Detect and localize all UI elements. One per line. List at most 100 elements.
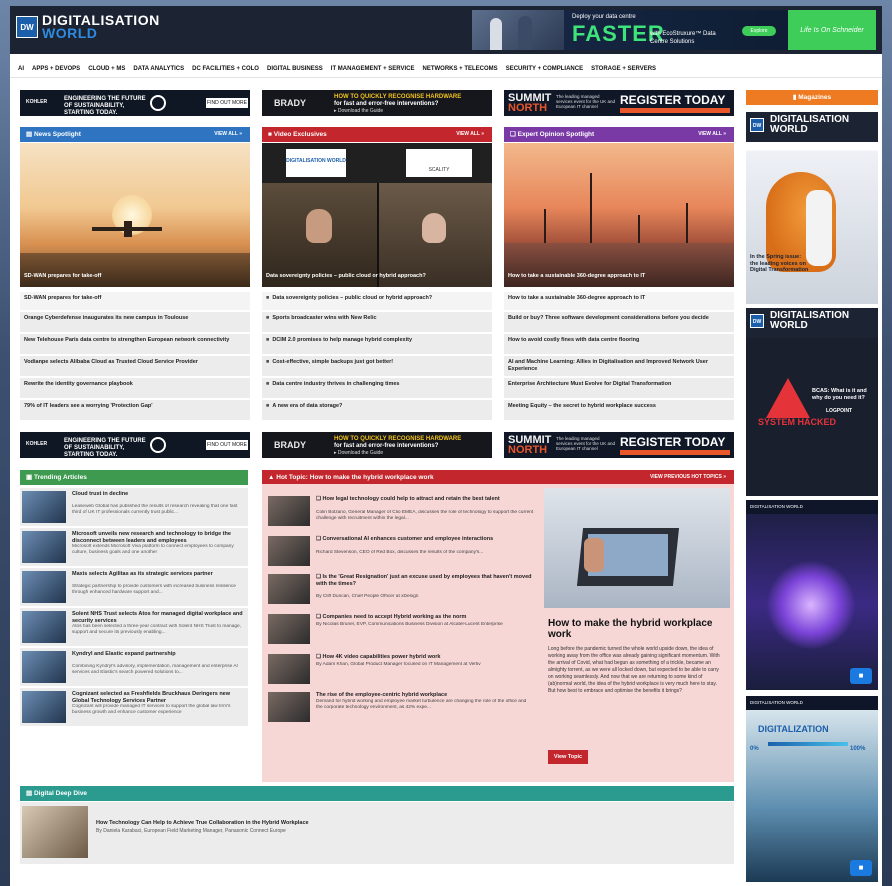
nav-item-security[interactable]: SECURITY + COMPLIANCE xyxy=(506,66,583,72)
trending-item[interactable]: Maxis selects Agilitas as its strategic … xyxy=(20,568,248,606)
ad-explore-button[interactable]: Explore xyxy=(742,26,776,36)
flame-icon: ▲ xyxy=(268,474,277,481)
summit-info: The leading managed services event for t… xyxy=(556,436,616,451)
news-view-all[interactable]: VIEW ALL » xyxy=(214,127,242,142)
header-banner-ad[interactable]: Deploy your data centre FASTER with EcoS… xyxy=(472,10,876,50)
video-item[interactable]: ■ Data centre industry thrives in challen… xyxy=(262,378,492,400)
trending-item[interactable]: Microsoft unveils new research and techn… xyxy=(20,528,248,566)
summit-register[interactable]: REGISTER TODAY xyxy=(620,93,725,107)
trending-item[interactable]: Kyndryl and Elastic expand partnership Co… xyxy=(20,648,248,686)
kohler-ad[interactable]: KOHLER ENGINEERING THE FUTURE OF SUSTAIN… xyxy=(20,90,250,116)
news-hero-image[interactable]: SD-WAN prepares for take-off xyxy=(20,143,250,287)
video-hero-image[interactable]: DIGITALISATION WORLD SCALITY Data sovere… xyxy=(262,143,492,287)
expert-item[interactable]: How to avoid costly fines with data cent… xyxy=(504,334,734,356)
expert-item[interactable]: How to take a sustainable 360-degree app… xyxy=(504,292,734,312)
mag4-brand: DIGITALISATION WORLD xyxy=(746,696,878,710)
nav-item-storage[interactable]: STORAGE + SERVERS xyxy=(591,66,656,72)
expert-item[interactable]: AI and Machine Learning: Allies in Digit… xyxy=(504,356,734,378)
mag4-left-pct: 0% xyxy=(750,746,759,752)
summit-register[interactable]: REGISTER TODAY xyxy=(620,435,725,449)
hot-item[interactable]: The rise of the employee-centric hybrid … xyxy=(266,690,536,722)
expert-item[interactable]: Enterprise Architecture Must Evolve for … xyxy=(504,378,734,400)
nav-item-digital-business[interactable]: DIGITAL BUSINESS xyxy=(267,66,323,72)
view-topic-button[interactable]: View Topic xyxy=(548,750,588,764)
nav-item-cloud-ms[interactable]: CLOUD + MS xyxy=(88,66,125,72)
nav-item-dc-facilities[interactable]: DC FACILITIES + COLO xyxy=(192,66,259,72)
hot-view-previous[interactable]: VIEW PREVIOUS HOT TOPICS » xyxy=(650,470,726,485)
mag4-title: DIGITALIZATION xyxy=(758,724,829,734)
site-logo[interactable]: DW DIGITALISATION WORLD xyxy=(16,13,160,40)
kohler-cta[interactable]: FIND OUT MORE xyxy=(206,440,248,450)
deep-dive-title[interactable]: How Technology Can Help to Achieve True … xyxy=(96,820,309,826)
video-item[interactable]: ■ DCIM 2.0 promises to help manage hybrid… xyxy=(262,334,492,356)
expert-hero-image[interactable]: How to take a sustainable 360-degree app… xyxy=(504,143,734,287)
magazines-title: Magazines xyxy=(798,94,832,101)
kohler-text: ENGINEERING THE FUTURE OF SUSTAINABILITY… xyxy=(64,96,146,116)
video-camera-icon[interactable]: ■ xyxy=(850,860,872,876)
expert-list: How to take a sustainable 360-degree app… xyxy=(504,292,734,422)
magazine-cover-3[interactable]: DIGITALISATION WORLD ■ xyxy=(746,500,878,690)
hot-item[interactable]: ❏ Is the 'Great Resignation' just an exc… xyxy=(266,572,536,604)
expert-hero-caption: How to take a sustainable 360-degree app… xyxy=(508,273,646,279)
magazine-cover-2[interactable]: DW DIGITALISATION WORLD SYSTEM HACKED BCA… xyxy=(746,308,878,496)
news-item[interactable]: New Telehouse Paris data centre to stren… xyxy=(20,334,250,356)
hot-feature-title[interactable]: How to make the hybrid workplace work xyxy=(548,618,724,640)
news-item[interactable]: 79% of IT leaders see a worrying 'Protec… xyxy=(20,400,250,422)
ad-line1: Deploy your data centre xyxy=(572,14,636,20)
hot-item[interactable]: ❏ How legal technology could help to att… xyxy=(266,494,536,526)
video-hero-caption: Data sovereignty policies – public cloud… xyxy=(266,273,426,279)
kohler-ad-2[interactable]: KOHLER ENGINEERING THE FUTURE OF SUSTAIN… xyxy=(20,432,250,458)
ad-brand-logo: Life Is On Schneider xyxy=(788,10,876,50)
mag2-brand: LOGPOINT xyxy=(826,408,853,414)
nav-item-data-analytics[interactable]: DATA ANALYTICS xyxy=(133,66,184,72)
magazine-cover-4[interactable]: DIGITALISATION WORLD DIGITALIZATION 0% 1… xyxy=(746,696,878,882)
mag3-brand: DIGITALISATION WORLD xyxy=(746,500,878,514)
trending-list: Cloud trust in decline Leaseweb Global ha… xyxy=(20,488,248,728)
expert-item[interactable]: Meeting Equity – the secret to hybrid wo… xyxy=(504,400,734,422)
expert-item[interactable]: Build or buy? Three software development… xyxy=(504,312,734,334)
news-spotlight-header: ▤ News Spotlight VIEW ALL » xyxy=(20,127,250,142)
news-item[interactable]: SD-WAN prepares for take-off xyxy=(20,292,250,312)
nav-item-networks[interactable]: NETWORKS + TELECOMS xyxy=(423,66,498,72)
video-camera-icon: ■ xyxy=(266,337,270,343)
trending-thumbnail xyxy=(22,691,66,723)
video-item[interactable]: ■ A new era of data storage? xyxy=(262,400,492,422)
video-logo-right: SCALITY xyxy=(406,149,472,177)
summit-ad-2[interactable]: SUMMIT NORTH The leading managed services… xyxy=(504,432,734,458)
trending-item[interactable]: Cognizant selected as Freshfields Bruckh… xyxy=(20,688,248,726)
hot-item[interactable]: ❏ How 4K video capabilities power hybrid… xyxy=(266,652,536,684)
trending-thumbnail xyxy=(22,611,66,643)
brady-download[interactable]: ▸ Download the Guide xyxy=(334,450,383,456)
news-item[interactable]: Rewrite the identity governance playbook xyxy=(20,378,250,400)
expert-view-all[interactable]: VIEW ALL » xyxy=(698,127,726,142)
deep-dive-item[interactable]: How Technology Can Help to Achieve True … xyxy=(20,802,734,864)
warning-icon xyxy=(766,378,810,418)
kohler-cta[interactable]: FIND OUT MORE xyxy=(206,98,248,108)
nav-item-apps-devops[interactable]: APPS + DEVOPS xyxy=(32,66,80,72)
news-item[interactable]: Orange Cyberdefense inaugurates its new … xyxy=(20,312,250,334)
video-item[interactable]: ■ Cost-effective, simple backups just got… xyxy=(262,356,492,378)
video-camera-icon[interactable]: ■ xyxy=(850,668,872,684)
news-icon: ▤ xyxy=(26,131,34,138)
video-view-all[interactable]: VIEW ALL » xyxy=(456,127,484,142)
magazine-cover-1[interactable]: DW DIGITALISATION WORLD In the Spring iss… xyxy=(746,112,878,304)
hot-feature-image[interactable] xyxy=(544,488,730,608)
trending-icon: ▣ xyxy=(26,474,34,481)
brady-download[interactable]: ▸ Download the Guide xyxy=(334,108,383,114)
deep-dive-thumbnail xyxy=(22,806,88,858)
brady-ad-2[interactable]: BRADY HOW TO QUICKLY RECOGNISE HARDWARE f… xyxy=(262,432,492,458)
nav-item-ai[interactable]: AI xyxy=(18,66,24,72)
video-list: ■ Data sovereignty policies – public clou… xyxy=(262,292,492,422)
summit-ad[interactable]: SUMMIT NORTH The leading managed services… xyxy=(504,90,734,116)
hot-item[interactable]: ❏ Companies need to accept Hybrid workin… xyxy=(266,612,536,644)
brady-line2: for fast and error-free interventions? xyxy=(334,443,439,449)
trending-item[interactable]: Solent NHS Trust selects Atos for manage… xyxy=(20,608,248,646)
nav-item-it-management[interactable]: IT MANAGEMENT + SERVICE xyxy=(331,66,415,72)
hot-item[interactable]: ❏ Conversational AI enhances customer an… xyxy=(266,534,536,566)
news-item[interactable]: Vodianpe selects Alibaba Cloud as Truste… xyxy=(20,356,250,378)
mag2-title-line2: WORLD xyxy=(770,320,808,331)
trending-item[interactable]: Cloud trust in decline Leaseweb Global ha… xyxy=(20,488,248,526)
video-item[interactable]: ■ Sports broadcaster wins with New Relic xyxy=(262,312,492,334)
brady-ad[interactable]: BRADY HOW TO QUICKLY RECOGNISE HARDWARE f… xyxy=(262,90,492,116)
video-item[interactable]: ■ Data sovereignty policies – public clou… xyxy=(262,292,492,312)
